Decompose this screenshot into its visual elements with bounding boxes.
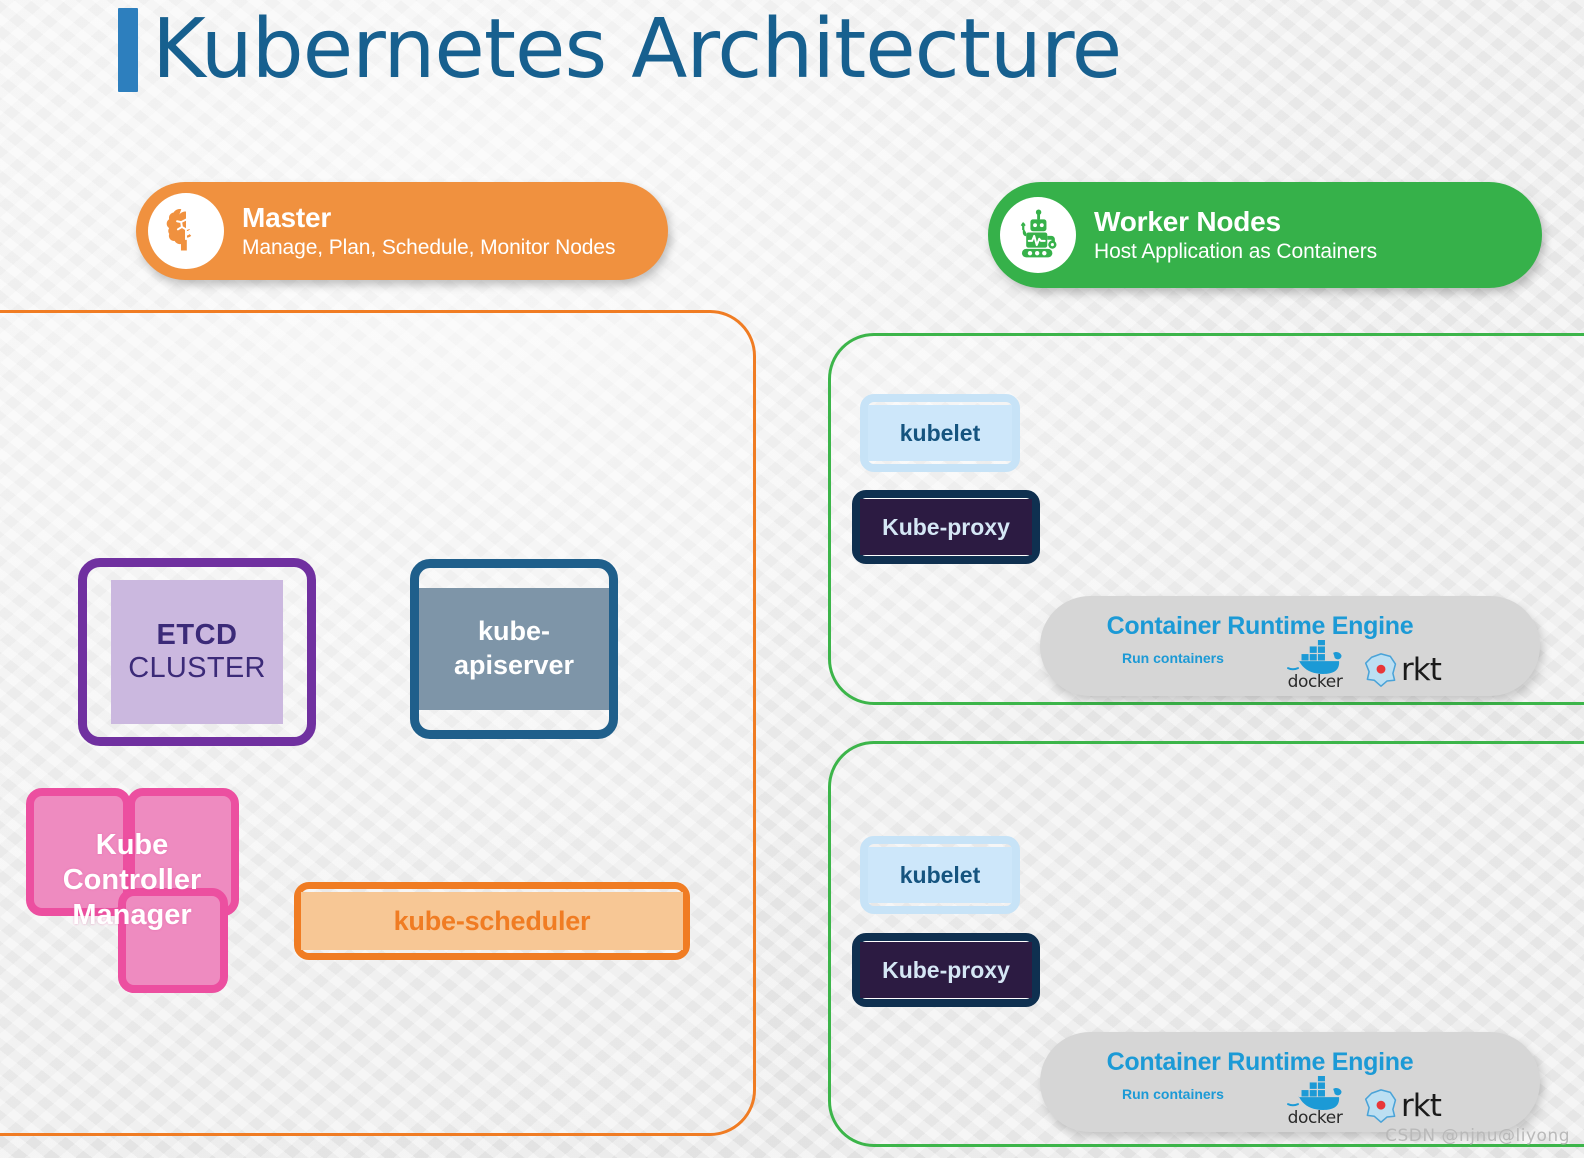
master-header-pill[interactable]: Master Manage, Plan, Schedule, Monitor N… (136, 182, 668, 280)
kcm-label-line3: Manager (72, 898, 192, 931)
docker-icon: docker (1276, 1076, 1354, 1128)
master-pill-title: Master (242, 202, 332, 234)
kube-proxy-box-1[interactable]: Kube-proxy (852, 490, 1040, 564)
container-runtime-engine-2[interactable]: Container Runtime Engine Run containers (1040, 1032, 1540, 1132)
cre-logos-1: docker rkt (1276, 640, 1442, 692)
worker-pill-text: Worker Nodes Host Application as Contain… (1094, 206, 1377, 263)
kube-apiserver-inner: kube- apiserver (419, 588, 609, 710)
kube-scheduler-label: kube-scheduler (301, 892, 683, 950)
kube-apiserver-box[interactable]: kube- apiserver (410, 559, 618, 739)
brain-icon (148, 193, 224, 269)
title-accent-bar (118, 8, 138, 92)
rkt-wordmark: rkt (1401, 1087, 1442, 1124)
master-pill-text: Master Manage, Plan, Schedule, Monitor N… (242, 202, 615, 259)
worker-pill-subtitle: Host Application as Containers (1094, 239, 1377, 263)
kube-proxy-label-2: Kube-proxy (860, 942, 1032, 998)
cre-title-1: Container Runtime Engine (1106, 612, 1414, 640)
kubelet-label-1: kubelet (868, 405, 1012, 461)
kubelet-box-1[interactable]: kubelet (860, 394, 1020, 472)
kubelet-box-2[interactable]: kubelet (860, 836, 1020, 914)
kubelet-label-2: kubelet (868, 847, 1012, 903)
worker-pill-title: Worker Nodes (1094, 206, 1281, 238)
rkt-wordmark: rkt (1401, 651, 1442, 688)
etcd-cluster-box[interactable]: ETCD CLUSTER (78, 558, 316, 746)
cre-subtitle-1: Run containers (1122, 650, 1224, 666)
cre-title-2: Container Runtime Engine (1106, 1048, 1414, 1076)
kube-proxy-label-1: Kube-proxy (860, 499, 1032, 555)
kube-apiserver-label-line1: kube- (477, 616, 550, 647)
diagram-canvas: Kubernetes Architecture Master Manage, P… (0, 0, 1584, 1158)
kube-apiserver-label-line2: apiserver (453, 650, 575, 680)
kcm-label-line1: Kube (95, 829, 169, 861)
docker-wordmark: docker (1287, 1108, 1343, 1128)
robot-icon (1000, 197, 1076, 273)
etcd-inner: ETCD CLUSTER (111, 580, 283, 724)
cre-subtitle-2: Run containers (1122, 1086, 1224, 1102)
cre-logos-2: docker rkt (1276, 1076, 1442, 1128)
rkt-icon: rkt (1364, 651, 1442, 688)
container-runtime-engine-1[interactable]: Container Runtime Engine Run containers (1040, 596, 1540, 696)
page-title: Kubernetes Architecture (152, 2, 1122, 97)
watermark: CSDN @njnu@liyong (1385, 1126, 1570, 1146)
master-pill-subtitle: Manage, Plan, Schedule, Monitor Nodes (242, 235, 616, 259)
kube-proxy-box-2[interactable]: Kube-proxy (852, 933, 1040, 1007)
kcm-label-line2: Controller (62, 863, 202, 896)
etcd-subtitle: CLUSTER (128, 652, 266, 684)
rkt-icon: rkt (1364, 1087, 1442, 1124)
docker-wordmark: docker (1287, 672, 1343, 692)
page-title-row: Kubernetes Architecture (118, 2, 1122, 97)
kube-controller-manager-group[interactable]: Kube Controller Manager (26, 788, 239, 993)
kube-controller-manager-label: Kube Controller Manager (26, 828, 238, 932)
kube-scheduler-box[interactable]: kube-scheduler (294, 882, 690, 960)
worker-header-pill[interactable]: Worker Nodes Host Application as Contain… (988, 182, 1542, 288)
etcd-title: ETCD (156, 619, 238, 651)
docker-icon: docker (1276, 640, 1354, 692)
